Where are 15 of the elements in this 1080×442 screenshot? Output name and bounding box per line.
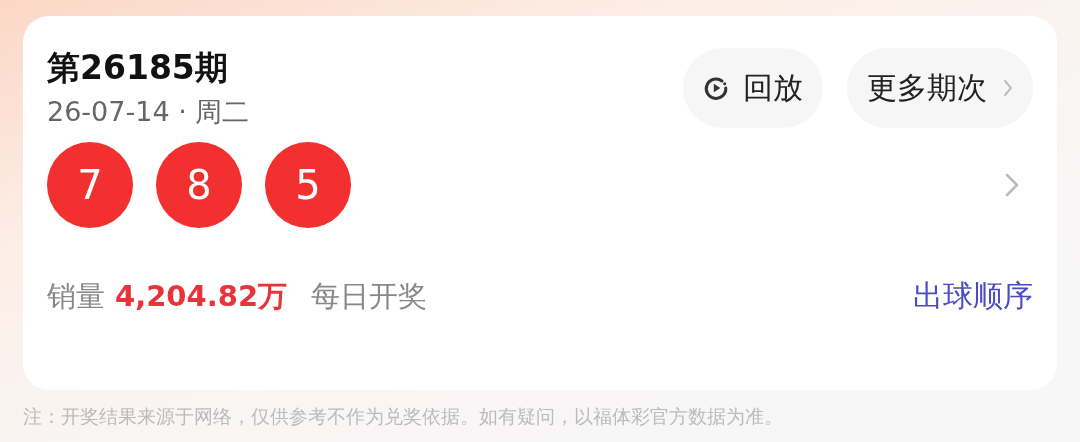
sales-label: 销量	[47, 277, 105, 315]
number-ball: 5	[265, 142, 351, 228]
ball-order-link[interactable]: 出球顺序	[913, 276, 1033, 317]
number-ball: 7	[47, 142, 133, 228]
more-issues-button[interactable]: 更多期次	[847, 48, 1033, 128]
chevron-right-icon	[1003, 79, 1013, 97]
draw-date: 26-07-14 · 周二	[47, 95, 250, 129]
draw-frequency: 每日开奖	[311, 277, 428, 315]
chevron-right-icon[interactable]	[1005, 173, 1019, 197]
number-ball: 8	[156, 142, 242, 228]
sales-value: 4,204.82万	[115, 277, 288, 315]
replay-button[interactable]: 回放	[683, 48, 823, 128]
issue-title: 第26185期	[47, 47, 229, 89]
replay-icon	[703, 75, 729, 101]
disclaimer-note: 注：开奖结果来源于网络，仅供参考不作为兑奖依据。如有疑问，以福体彩官方数据为准。	[23, 404, 784, 429]
